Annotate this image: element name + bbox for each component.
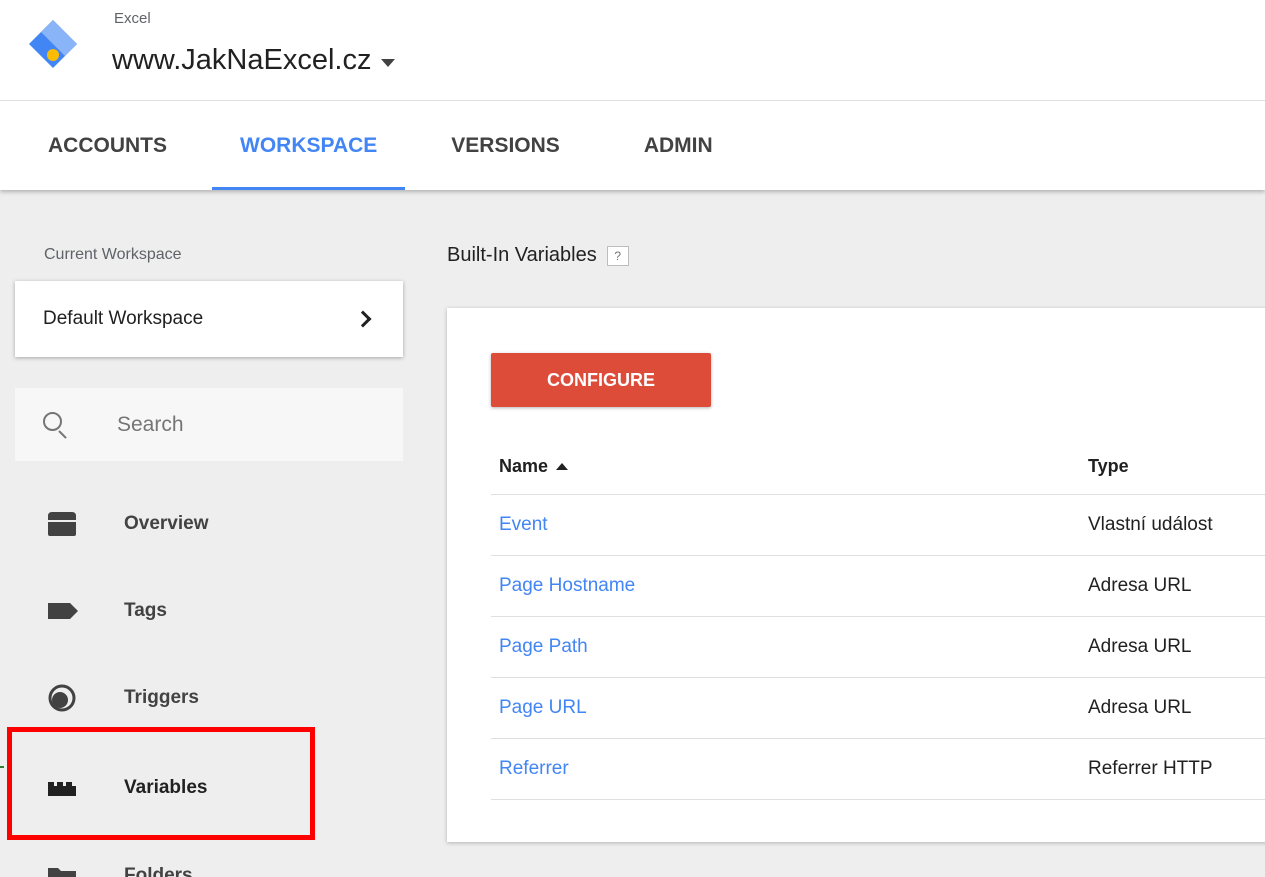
overview-icon — [48, 512, 76, 536]
variable-type: Vlastní událost — [1088, 514, 1213, 535]
variable-type: Adresa URL — [1088, 575, 1192, 596]
tab-label: WORKSPACE — [240, 133, 378, 157]
container-name: www.JakNaExcel.cz — [112, 44, 372, 76]
table-row: Page Path Adresa URL — [491, 617, 1265, 678]
current-workspace-label: Current Workspace — [44, 246, 182, 263]
tab-label: ACCOUNTS — [48, 133, 167, 157]
table-row: Page Hostname Adresa URL — [491, 556, 1265, 617]
workspace-name: Default Workspace — [43, 308, 204, 329]
sidebar-item-overview[interactable]: Overview — [40, 494, 400, 554]
tab-versions[interactable]: VERSIONS — [451, 101, 560, 190]
table-row: Page URL Adresa URL — [491, 678, 1265, 739]
sidebar-item-label: Overview — [124, 513, 209, 534]
sidebar-item-tags[interactable]: Tags — [40, 581, 400, 641]
tab-workspace[interactable]: WORKSPACE — [212, 101, 406, 190]
tag-manager-logo — [29, 20, 77, 68]
annotation-mark — [0, 766, 4, 768]
sidebar-item-label: Triggers — [124, 687, 199, 708]
variable-name-link[interactable]: Page Hostname — [499, 575, 635, 597]
configure-button[interactable]: CONFIGURE — [491, 353, 711, 407]
account-name: Excel — [114, 10, 151, 27]
built-in-variables-heading: Built-In Variables ? — [447, 244, 629, 267]
tab-label: ADMIN — [643, 133, 713, 157]
variables-highlight-annotation — [7, 727, 315, 840]
built-in-variables-card: CONFIGURE Name Type Event Vlastní událos… — [447, 308, 1265, 842]
variables-table: Name Type Event Vlastní událost Page Hos… — [491, 438, 1265, 800]
trigger-icon — [48, 684, 76, 712]
chevron-right-icon — [354, 310, 372, 328]
variable-name-link[interactable]: Page Path — [499, 636, 588, 658]
folder-icon — [48, 868, 76, 877]
name-column-header[interactable]: Name — [491, 456, 1088, 477]
main-tabs: ACCOUNTS WORKSPACE VERSIONS ADMIN — [0, 101, 713, 190]
workspace-selector[interactable]: Default Workspace — [15, 281, 403, 357]
app-header: Excel www.JakNaExcel.cz ACCOUNTS WORKSPA… — [0, 0, 1265, 190]
caret-down-icon — [381, 58, 396, 67]
sidebar-item-folders[interactable]: Folders — [40, 846, 400, 877]
table-row: Referrer Referrer HTTP — [491, 739, 1265, 800]
variable-name-link[interactable]: Event — [499, 514, 548, 536]
tab-admin[interactable]: ADMIN — [644, 101, 713, 190]
type-column-header[interactable]: Type — [1088, 456, 1265, 477]
variable-type: Adresa URL — [1088, 697, 1192, 718]
tab-accounts[interactable]: ACCOUNTS — [48, 101, 167, 190]
sort-ascending-icon — [556, 462, 569, 470]
sidebar-search — [15, 388, 403, 461]
sidebar-item-label: Folders — [124, 865, 193, 877]
variable-name-link[interactable]: Referrer — [499, 758, 569, 780]
variable-type: Referrer HTTP — [1088, 758, 1213, 779]
sidebar-item-triggers[interactable]: Triggers — [40, 668, 400, 728]
table-row: Event Vlastní událost — [491, 495, 1265, 556]
tab-label: VERSIONS — [451, 133, 560, 157]
column-label: Name — [499, 455, 549, 476]
search-input[interactable] — [117, 412, 357, 437]
variable-type: Adresa URL — [1088, 636, 1192, 657]
search-icon — [43, 411, 69, 439]
section-title: Built-In Variables — [447, 244, 597, 266]
container-selector[interactable]: www.JakNaExcel.cz — [112, 44, 396, 77]
sidebar-item-label: Tags — [124, 600, 167, 621]
help-icon[interactable]: ? — [606, 245, 629, 266]
table-header: Name Type — [491, 438, 1265, 495]
tag-icon — [48, 603, 78, 619]
variable-name-link[interactable]: Page URL — [499, 697, 587, 719]
